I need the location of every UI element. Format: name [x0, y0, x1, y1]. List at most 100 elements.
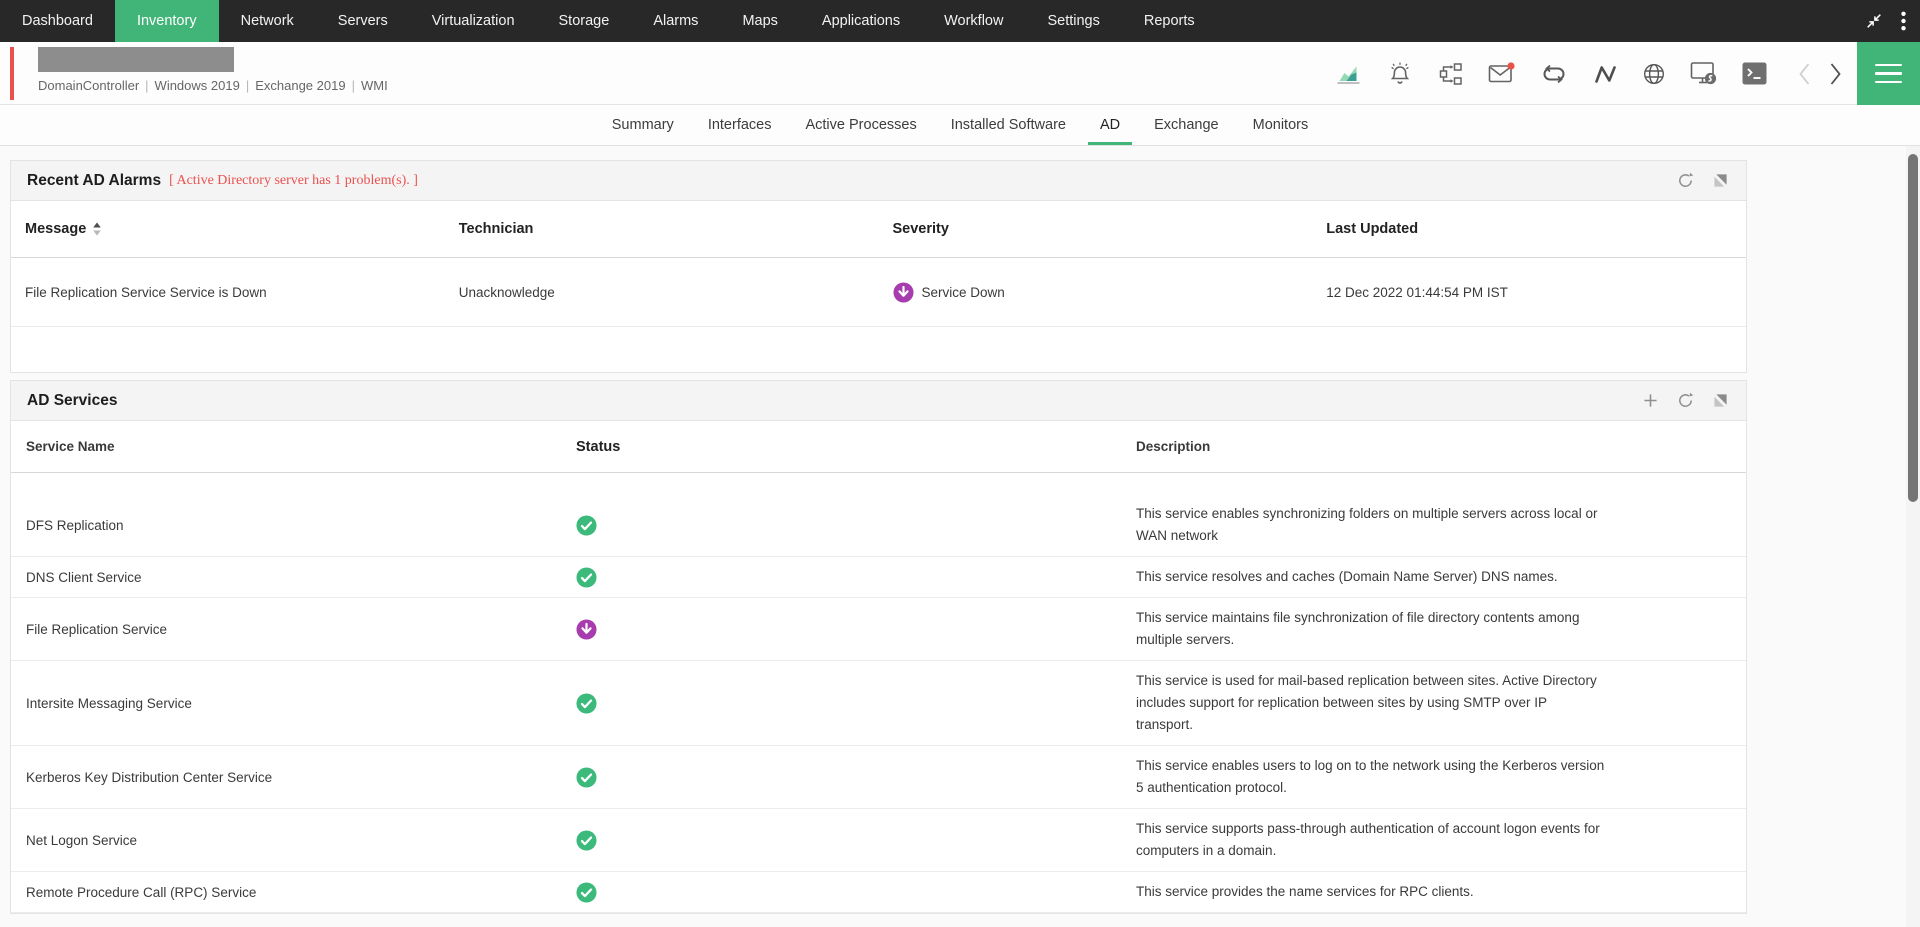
status-icon [576, 515, 597, 536]
panel-title: Recent AD Alarms [27, 172, 161, 190]
expand-panel-icon[interactable] [1713, 173, 1728, 188]
chevron-left-icon[interactable] [1798, 62, 1811, 86]
breadcrumb: DomainController|Windows 2019|Exchange 2… [38, 78, 388, 93]
status-icon [576, 567, 597, 588]
collapse-icon[interactable] [1865, 12, 1883, 30]
service-row: DNS Client Service This service resolves… [11, 557, 1746, 598]
area-chart-icon[interactable] [1335, 62, 1362, 86]
recent-ad-alarms-header: Recent AD Alarms [ Active Directory serv… [11, 161, 1746, 201]
tab-ad[interactable]: AD [1088, 105, 1132, 145]
mail-notification-icon[interactable] [1488, 62, 1515, 85]
ad-services-panel: AD Services [10, 380, 1747, 914]
opmanager-device-page: Dashboard Inventory Network Servers Virt… [0, 0, 1920, 927]
tab-exchange[interactable]: Exchange [1142, 105, 1231, 145]
alarm-table-empty-space [11, 327, 1746, 372]
alarm-technician: Unacknowledge [445, 285, 879, 300]
performance-graph-icon[interactable] [1593, 64, 1618, 84]
nav-servers[interactable]: Servers [316, 0, 410, 42]
device-toolbar [1335, 42, 1842, 105]
refresh-icon[interactable] [1676, 171, 1695, 190]
column-severity[interactable]: Severity [879, 221, 1313, 237]
expand-panel-icon[interactable] [1713, 393, 1728, 408]
nav-reports[interactable]: Reports [1122, 0, 1217, 42]
globe-icon[interactable] [1643, 63, 1665, 85]
services-table-header: Service Name Status Description [11, 421, 1746, 473]
status-icon [576, 619, 597, 640]
severity-service-down-icon [893, 282, 914, 303]
service-name: Kerberos Key Distribution Center Service [11, 770, 576, 785]
nav-storage[interactable]: Storage [537, 0, 632, 42]
nav-maps[interactable]: Maps [720, 0, 799, 42]
alarm-last-updated: 12 Dec 2022 01:44:54 PM IST [1312, 285, 1746, 300]
tab-interfaces[interactable]: Interfaces [696, 105, 784, 145]
ad-services-header: AD Services [11, 381, 1746, 421]
service-row: File Replication Service This service ma… [11, 598, 1746, 661]
tab-monitors[interactable]: Monitors [1241, 105, 1321, 145]
breadcrumb-os: Windows 2019 [155, 78, 240, 93]
status-icon [576, 693, 597, 714]
panel-title: AD Services [27, 392, 117, 410]
service-description: This service enables synchronizing folde… [1136, 503, 1746, 547]
alarm-bell-icon[interactable] [1387, 61, 1413, 86]
refresh-icon[interactable] [1676, 391, 1695, 410]
hamburger-menu-button[interactable] [1857, 42, 1920, 105]
service-description: This service maintains file synchronizat… [1136, 607, 1746, 651]
services-table-body: DFS Replication This service enables syn… [11, 473, 1746, 913]
service-description: This service is used for mail-based repl… [1136, 670, 1746, 736]
add-service-icon[interactable] [1643, 393, 1658, 408]
status-icon [576, 767, 597, 788]
chevron-right-icon[interactable] [1829, 62, 1842, 86]
scrollbar-thumb[interactable] [1908, 154, 1918, 502]
nav-dashboard[interactable]: Dashboard [0, 0, 115, 42]
nav-network[interactable]: Network [219, 0, 316, 42]
device-pager [1798, 62, 1842, 86]
nav-settings[interactable]: Settings [1025, 0, 1121, 42]
nav-workflow[interactable]: Workflow [922, 0, 1025, 42]
service-description: This service resolves and caches (Domain… [1136, 566, 1746, 588]
remote-config-icon[interactable] [1690, 61, 1717, 86]
status-icon [576, 882, 597, 903]
service-name: DFS Replication [11, 518, 576, 533]
device-name-redacted [38, 47, 234, 72]
service-name: Remote Procedure Call (RPC) Service [11, 885, 576, 900]
breadcrumb-device: DomainController [38, 78, 139, 93]
column-message[interactable]: Message [11, 221, 445, 237]
alarm-row[interactable]: File Replication Service Service is Down… [11, 258, 1746, 327]
nav-inventory[interactable]: Inventory [115, 0, 219, 42]
tab-summary[interactable]: Summary [600, 105, 686, 145]
service-name: File Replication Service [11, 622, 576, 637]
column-description: Description [1136, 436, 1746, 458]
nav-alarms[interactable]: Alarms [631, 0, 720, 42]
device-tabs: Summary Interfaces Active Processes Inst… [0, 105, 1920, 146]
service-row: DFS Replication This service enables syn… [11, 494, 1746, 557]
service-name: DNS Client Service [11, 570, 576, 585]
alarm-message[interactable]: File Replication Service Service is Down [11, 285, 445, 300]
service-row: Kerberos Key Distribution Center Service… [11, 746, 1746, 809]
service-description: This service enables users to log on to … [1136, 755, 1746, 799]
topology-icon[interactable] [1438, 62, 1463, 86]
terminal-icon[interactable] [1742, 62, 1767, 85]
breadcrumb-app: Exchange 2019 [255, 78, 345, 93]
service-row: Remote Procedure Call (RPC) Service This… [11, 872, 1746, 913]
recent-ad-alarms-panel: Recent AD Alarms [ Active Directory serv… [10, 160, 1747, 373]
nav-applications[interactable]: Applications [800, 0, 922, 42]
device-header-bar: DomainController|Windows 2019|Exchange 2… [0, 42, 1920, 105]
status-icon [576, 830, 597, 851]
sync-loop-icon[interactable] [1540, 64, 1568, 84]
breadcrumb-protocol: WMI [361, 78, 388, 93]
column-technician[interactable]: Technician [445, 221, 879, 237]
column-status: Status [576, 439, 1136, 455]
nav-virtualization[interactable]: Virtualization [410, 0, 537, 42]
alarm-severity-label: Service Down [922, 285, 1005, 300]
tab-active-processes[interactable]: Active Processes [793, 105, 928, 145]
column-last-updated[interactable]: Last Updated [1312, 221, 1746, 237]
kebab-menu-icon[interactable] [1901, 11, 1906, 31]
service-row: Intersite Messaging Service This service… [11, 661, 1746, 746]
service-name: Net Logon Service [11, 833, 576, 848]
service-description: This service supports pass-through authe… [1136, 818, 1746, 862]
sort-icon [92, 222, 102, 236]
service-row: Net Logon Service This service supports … [11, 809, 1746, 872]
service-name: Intersite Messaging Service [11, 696, 576, 711]
service-description: This service provides the name services … [1136, 881, 1746, 903]
tab-installed-software[interactable]: Installed Software [939, 105, 1078, 145]
